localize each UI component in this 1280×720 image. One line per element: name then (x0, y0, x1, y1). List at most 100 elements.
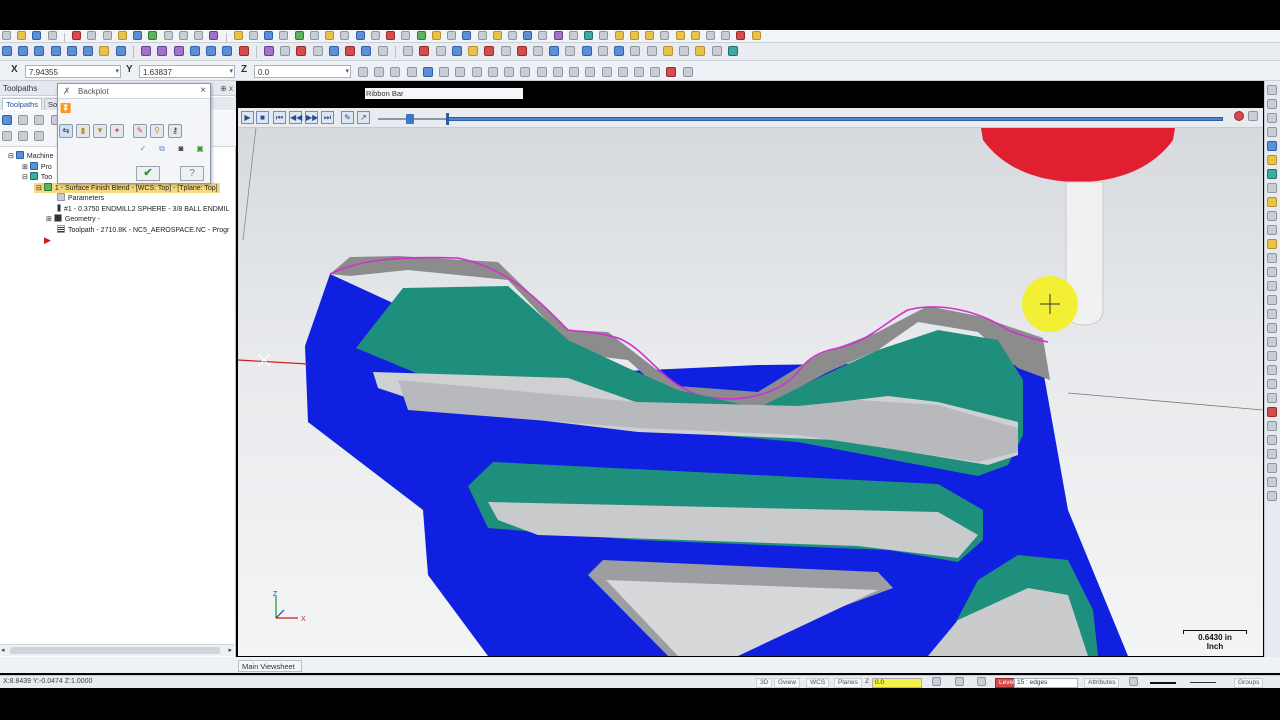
verify-icon[interactable] (294, 31, 304, 40)
spline-icon[interactable] (83, 46, 94, 56)
fit-icon[interactable] (117, 31, 127, 40)
scale-icon[interactable] (238, 46, 249, 56)
groups-button[interactable]: Groups (1234, 678, 1264, 688)
ordinate-icon[interactable] (1267, 351, 1277, 361)
step-forward-end-button[interactable]: ⏭ (321, 111, 334, 124)
delete-icon[interactable] (72, 31, 82, 40)
gview-top-icon[interactable] (163, 31, 173, 40)
undo-icon[interactable] (87, 31, 97, 40)
join-icon[interactable] (173, 46, 184, 56)
step-back-start-button[interactable]: ⏮ (273, 111, 286, 124)
clear-mask-icon[interactable] (666, 67, 677, 77)
back-select-icon[interactable] (633, 67, 644, 77)
repaint-icon[interactable] (148, 31, 158, 40)
solid-icon[interactable] (553, 31, 563, 40)
scroll-left-icon[interactable]: ◂ (1, 646, 5, 654)
insert-arrow-icon[interactable]: ▶ (44, 235, 51, 245)
color-icon[interactable] (370, 31, 380, 40)
screenshot-icon[interactable]: ◙ (174, 143, 188, 157)
highlight-icon[interactable] (675, 31, 685, 40)
panel-horizontal-scrollbar[interactable]: ◂ ▸ (0, 644, 234, 656)
verify-select-icon[interactable] (617, 67, 628, 77)
verify-selected-icon[interactable] (18, 131, 29, 141)
surface-icon[interactable] (568, 31, 578, 40)
panel-pin-close-icons[interactable]: ⊕ x (220, 84, 233, 93)
view-front-icon[interactable] (1267, 113, 1277, 123)
alert-icon[interactable] (736, 31, 746, 40)
tree-item-toolpath-group[interactable]: ⊟ Too (22, 172, 52, 182)
checkmark-icon[interactable] (416, 31, 426, 40)
view-right-icon[interactable] (1267, 127, 1277, 137)
wcs-button[interactable]: WCS (806, 678, 830, 688)
main-viewsheet-tab[interactable]: Main Viewsheet (238, 660, 302, 672)
camera-icon[interactable] (507, 31, 517, 40)
select-dirty-icon[interactable] (18, 115, 29, 125)
solid-shell-icon[interactable] (500, 46, 511, 56)
help-icon[interactable] (727, 46, 738, 56)
save-as-geometry-button[interactable]: ⧉ (155, 143, 169, 157)
layout-icon[interactable] (706, 31, 716, 40)
backplot-selected-icon[interactable] (2, 131, 12, 141)
autocursor-icon[interactable] (358, 67, 368, 77)
surface-split-icon[interactable] (695, 46, 706, 56)
brush-icon[interactable] (629, 31, 639, 40)
trim-icon[interactable] (141, 46, 152, 56)
section-icon[interactable] (538, 31, 548, 40)
level-manager-icon[interactable] (955, 677, 964, 686)
rotate-icon[interactable] (222, 46, 233, 56)
stop-icon[interactable] (386, 31, 396, 40)
surface-ruled-icon[interactable] (532, 46, 543, 56)
line-icon[interactable] (18, 46, 29, 56)
post-icon[interactable] (325, 31, 335, 40)
redo-icon[interactable] (102, 31, 112, 40)
chamfer-icon[interactable] (115, 46, 126, 56)
tool-info-button[interactable]: ⚷ (168, 124, 182, 138)
window-icon[interactable] (721, 31, 731, 40)
speed-slider-thumb[interactable] (406, 114, 414, 124)
solid-extrude-icon[interactable] (403, 46, 414, 56)
settings-icon[interactable] (1248, 111, 1258, 121)
color-icon[interactable] (932, 677, 941, 686)
level-select[interactable]: 15 : edges (1014, 678, 1078, 688)
offset-icon[interactable] (189, 46, 200, 56)
stretch-icon[interactable] (312, 46, 323, 56)
translucency-icon[interactable] (264, 31, 274, 40)
surface-blend-icon[interactable] (662, 46, 673, 56)
chain-icon[interactable] (455, 67, 466, 77)
gview-iso-icon[interactable] (209, 31, 219, 40)
vector-select-icon[interactable] (504, 67, 515, 77)
help-button[interactable]: ? (180, 166, 204, 181)
polygon-select-icon[interactable] (487, 67, 498, 77)
chevron-down-icon[interactable]: ▾ (229, 67, 233, 75)
window-select-icon[interactable] (471, 67, 482, 77)
circle-icon[interactable] (50, 46, 61, 56)
save-icon[interactable] (32, 31, 42, 40)
angle-icon[interactable] (1267, 421, 1277, 431)
select-all-icon[interactable] (422, 67, 433, 77)
grid-icon[interactable] (477, 31, 487, 40)
point-icon[interactable] (2, 46, 12, 56)
snap-icon[interactable] (462, 31, 472, 40)
line-width-icon[interactable] (1190, 682, 1216, 683)
solid-chamfer-icon[interactable] (484, 46, 495, 56)
new-file-icon[interactable] (2, 31, 11, 40)
gear-icon[interactable] (1267, 183, 1277, 193)
boolean-icon[interactable] (516, 46, 527, 56)
ruler-icon[interactable] (1267, 239, 1277, 249)
open-file-icon[interactable] (17, 31, 27, 40)
label-icon[interactable] (1267, 295, 1277, 305)
snap-settings-icon[interactable] (390, 67, 401, 77)
mesh-icon[interactable] (584, 31, 594, 40)
display-entity-endpoints-button[interactable]: ✎ (133, 124, 147, 138)
y-coordinate-input[interactable]: 1.63837 ▾ (139, 65, 235, 78)
level-icon[interactable] (355, 31, 365, 40)
hatch-icon[interactable] (1267, 225, 1277, 235)
array-icon[interactable] (328, 46, 339, 56)
solid-loft-icon[interactable] (451, 46, 462, 56)
view-icon[interactable] (523, 31, 533, 40)
break-icon[interactable] (157, 46, 168, 56)
drafting-icon[interactable] (1267, 253, 1277, 263)
toolbar-more-icon[interactable] (1267, 491, 1277, 501)
radius-icon[interactable] (1267, 435, 1277, 445)
solid-revolve-icon[interactable] (419, 46, 430, 56)
